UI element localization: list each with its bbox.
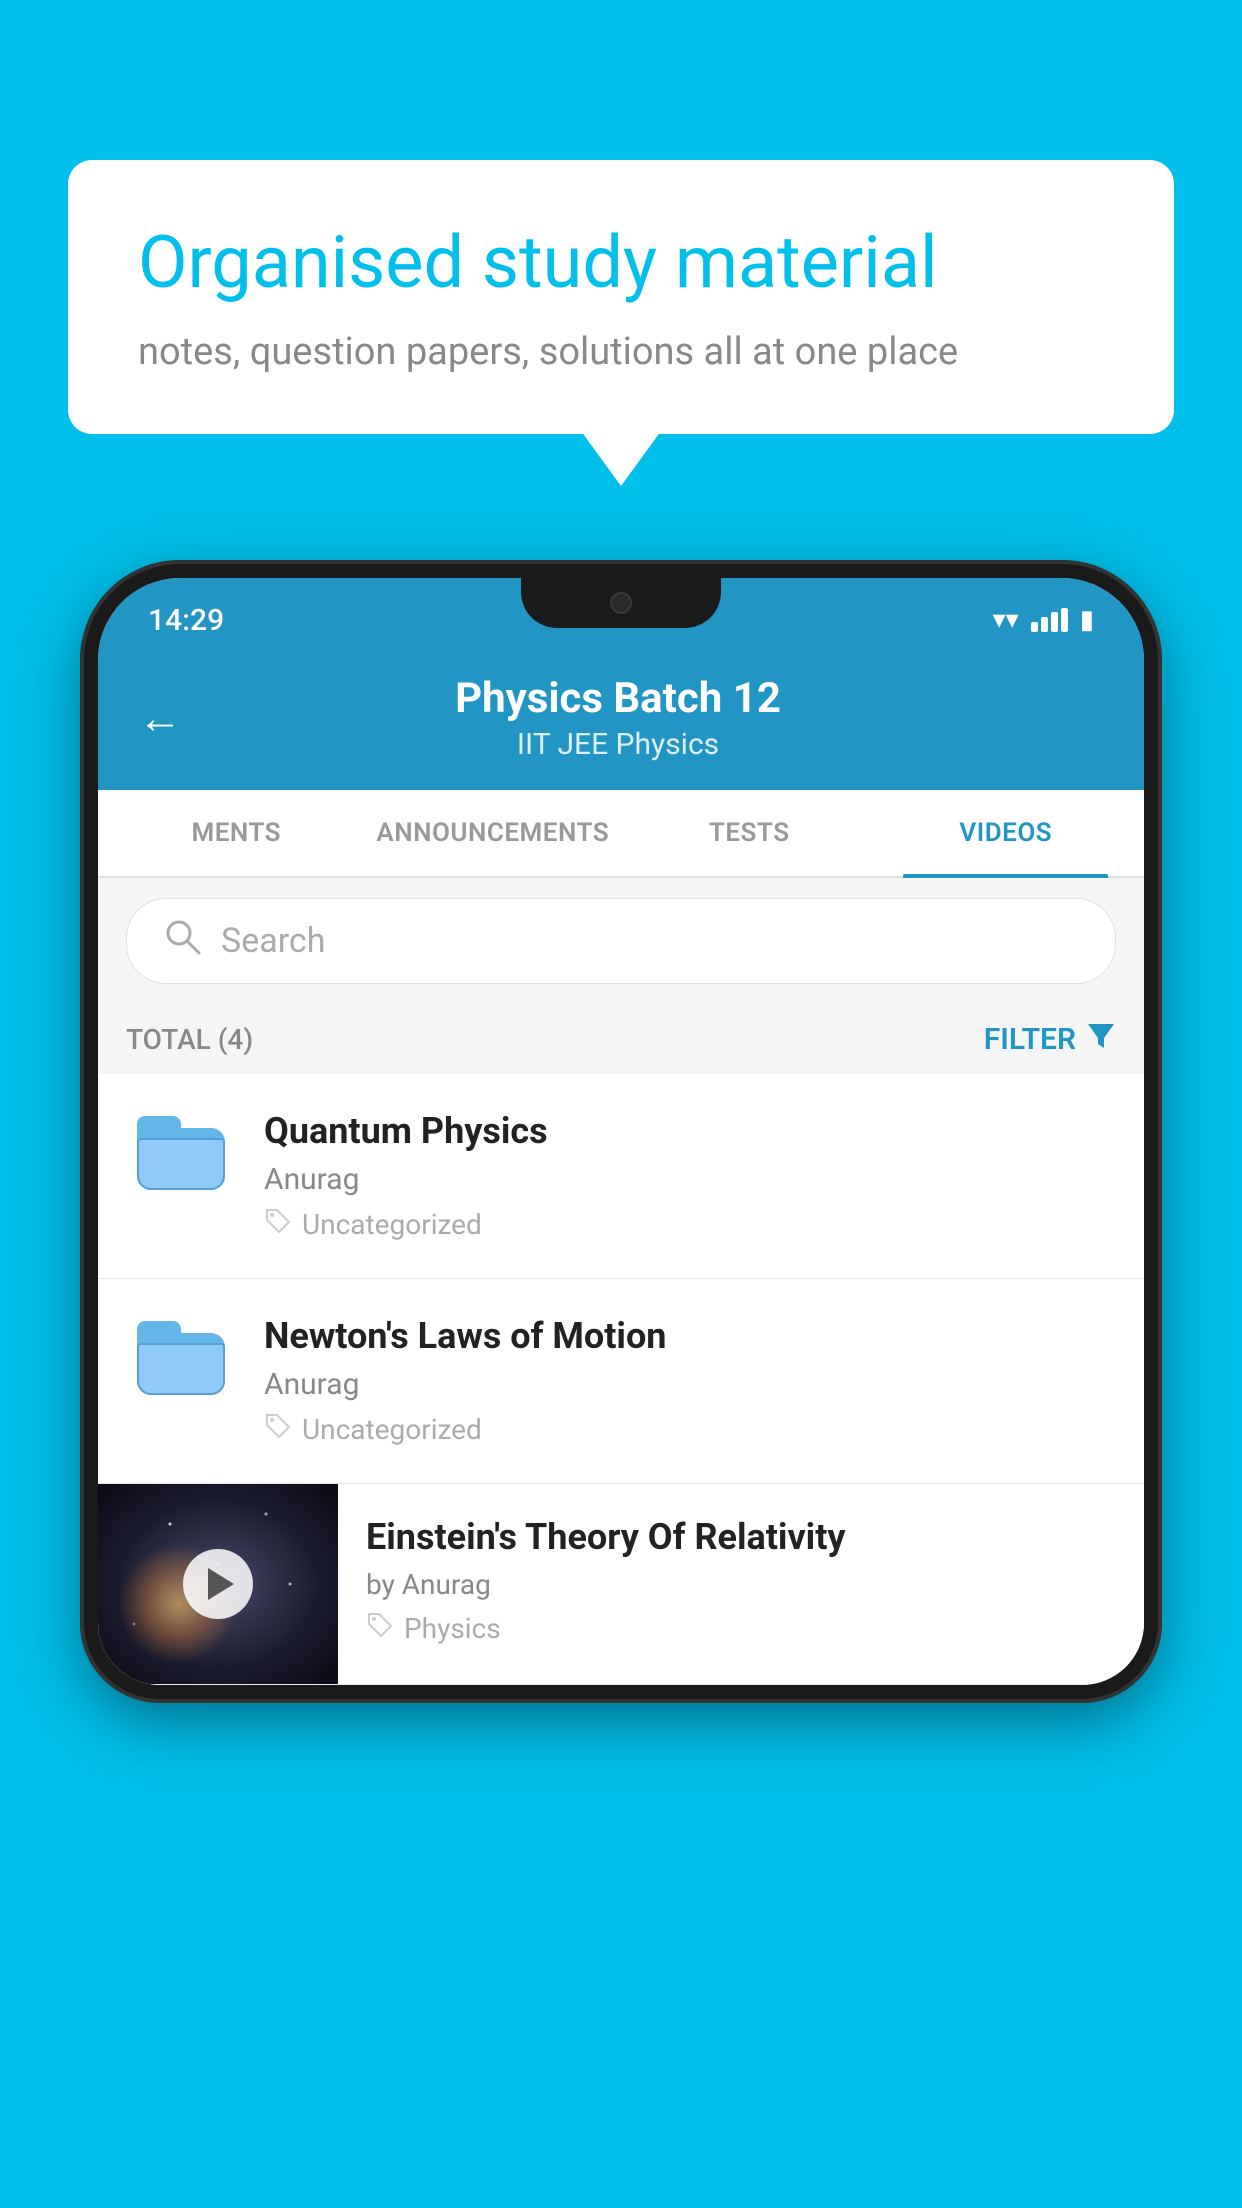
- filter-icon: [1086, 1020, 1116, 1058]
- search-container: Search: [98, 878, 1144, 1004]
- filter-bar: TOTAL (4) FILTER: [98, 1004, 1144, 1074]
- wifi-icon: ▾▾: [993, 605, 1019, 635]
- video-info: Einstein's Theory Of Relativity by Anura…: [366, 1484, 1144, 1674]
- video-title: Newton's Laws of Motion: [264, 1315, 1116, 1357]
- search-icon: [163, 917, 201, 965]
- phone-notch: [521, 578, 721, 628]
- filter-button[interactable]: FILTER: [984, 1020, 1116, 1058]
- list-item[interactable]: Einstein's Theory Of Relativity by Anura…: [98, 1484, 1144, 1685]
- battery-icon: ▮: [1080, 605, 1094, 635]
- video-info: Newton's Laws of Motion Anurag Uncategor…: [264, 1315, 1116, 1447]
- tag-icon: [366, 1611, 394, 1646]
- back-button[interactable]: ←: [138, 692, 182, 744]
- video-title: Einstein's Theory Of Relativity: [366, 1516, 1116, 1558]
- phone-outer: 14:29 ▾▾ ▮ ← Physics Batch 12: [80, 560, 1162, 1703]
- video-thumbnail: [98, 1484, 338, 1684]
- signal-bars-icon: [1031, 608, 1068, 632]
- bubble-title: Organised study material: [138, 220, 1104, 306]
- bubble-subtitle: notes, question papers, solutions all at…: [138, 330, 1104, 374]
- play-button[interactable]: [183, 1549, 253, 1619]
- folder-icon-container: [126, 1110, 236, 1190]
- folder-icon: [137, 1321, 225, 1395]
- tab-videos[interactable]: VIDEOS: [878, 790, 1135, 876]
- folder-icon: [137, 1116, 225, 1190]
- tab-ments[interactable]: MENTS: [108, 790, 365, 876]
- status-time: 14:29: [148, 603, 224, 638]
- phone-frame: 14:29 ▾▾ ▮ ← Physics Batch 12: [80, 560, 1162, 2208]
- search-placeholder: Search: [221, 921, 325, 961]
- list-item[interactable]: Quantum Physics Anurag Uncategorized: [98, 1074, 1144, 1279]
- tab-announcements[interactable]: ANNOUNCEMENTS: [365, 790, 622, 876]
- list-item[interactable]: Newton's Laws of Motion Anurag Uncategor…: [98, 1279, 1144, 1484]
- phone-screen: 14:29 ▾▾ ▮ ← Physics Batch 12: [98, 578, 1144, 1685]
- filter-label: FILTER: [984, 1022, 1076, 1057]
- thumbnail-bg: [98, 1484, 338, 1684]
- tab-tests[interactable]: TESTS: [621, 790, 878, 876]
- folder-icon-container: [126, 1315, 236, 1395]
- video-tag: Uncategorized: [264, 1207, 1116, 1242]
- header-title-block: Physics Batch 12 IIT JEE Physics: [212, 674, 1024, 762]
- tag-icon: [264, 1412, 292, 1447]
- speech-bubble: Organised study material notes, question…: [68, 160, 1174, 434]
- speech-bubble-container: Organised study material notes, question…: [68, 160, 1174, 434]
- search-bar[interactable]: Search: [126, 898, 1116, 984]
- camera-dot: [610, 592, 632, 614]
- tabs-bar: MENTS ANNOUNCEMENTS TESTS VIDEOS: [98, 790, 1144, 878]
- video-author: Anurag: [264, 1367, 1116, 1402]
- video-info: Quantum Physics Anurag Uncategorized: [264, 1110, 1116, 1242]
- video-author: by Anurag: [366, 1568, 1116, 1601]
- header-title: Physics Batch 12: [212, 674, 1024, 723]
- status-icons: ▾▾ ▮: [993, 605, 1094, 635]
- total-count-label: TOTAL (4): [126, 1023, 253, 1056]
- app-header: ← Physics Batch 12 IIT JEE Physics: [98, 650, 1144, 790]
- video-author: Anurag: [264, 1162, 1116, 1197]
- video-tag: Physics: [366, 1611, 1116, 1646]
- header-subtitle: IIT JEE Physics: [212, 727, 1024, 762]
- video-title: Quantum Physics: [264, 1110, 1116, 1152]
- play-triangle-icon: [208, 1568, 234, 1600]
- video-tag: Uncategorized: [264, 1412, 1116, 1447]
- tag-icon: [264, 1207, 292, 1242]
- content-area: Quantum Physics Anurag Uncategorized: [98, 1074, 1144, 1685]
